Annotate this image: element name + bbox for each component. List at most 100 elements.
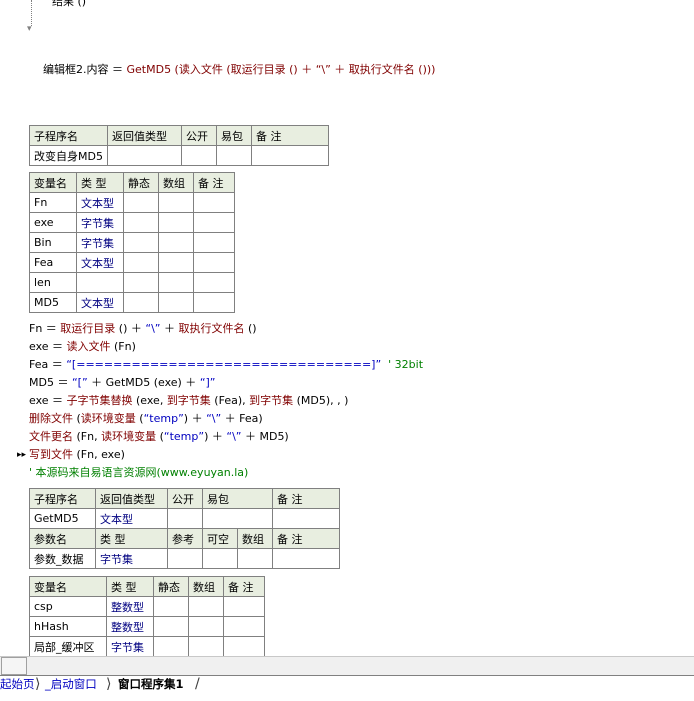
table-cell[interactable] — [250, 145, 329, 166]
table-cell[interactable] — [237, 548, 273, 569]
table-cell[interactable] — [188, 596, 224, 617]
table-cell[interactable]: 字节集 — [76, 232, 124, 253]
table-cell[interactable]: csp — [29, 596, 107, 617]
code-line[interactable]: 写到文件 (Fn, exe) — [29, 448, 125, 462]
table-cell[interactable]: Fea — [29, 252, 77, 273]
table-cell[interactable] — [158, 232, 194, 253]
tab-startup-window[interactable]: _启动窗口 — [45, 676, 97, 693]
table-cell[interactable] — [106, 145, 182, 166]
table-cell[interactable] — [158, 192, 194, 213]
table-row[interactable]: len — [29, 272, 235, 293]
table-cell[interactable] — [215, 145, 252, 166]
table-cell[interactable] — [223, 636, 265, 656]
table-cell[interactable] — [158, 292, 194, 313]
table-row[interactable]: csp 整数型 — [29, 596, 265, 617]
tab-separator-icon: / — [195, 676, 200, 692]
table-cell[interactable] — [193, 232, 235, 253]
table-row[interactable]: Fn 文本型 — [29, 192, 235, 213]
tab-window-assembly[interactable]: 窗口程序集1 — [118, 676, 184, 693]
table-cell[interactable] — [153, 616, 189, 637]
table-cell[interactable]: MD5 — [29, 292, 77, 313]
code-token: ＋ GetMD5 (exe) ＋ — [87, 376, 200, 389]
table-cell[interactable] — [193, 252, 235, 273]
table-cell[interactable]: 文本型 — [76, 292, 124, 313]
table-cell[interactable] — [153, 636, 189, 656]
table-cell[interactable]: 整数型 — [106, 596, 154, 617]
code-line[interactable]: exe ＝ 子字节集替换 (exe, 到字节集 (Fea), 到字节集 (MD5… — [29, 394, 348, 408]
table-row[interactable]: Fea 文本型 — [29, 252, 235, 273]
table-cell[interactable] — [193, 292, 235, 313]
code-token: () — [244, 322, 257, 335]
table-cell[interactable]: 字节集 — [95, 548, 168, 569]
code-line[interactable]: Fea ＝ “[================================… — [29, 358, 423, 372]
table-cell[interactable] — [193, 192, 235, 213]
table-cell[interactable]: 字节集 — [106, 636, 154, 656]
code-editor[interactable]: ▾ 结果 () 编辑框2.内容 ＝ GetMD5 (读入文件 (取运行目录 ()… — [0, 0, 694, 656]
table-cell[interactable]: 局部_缓冲区 — [29, 636, 107, 656]
horizontal-scrollbar[interactable] — [0, 656, 694, 676]
table-cell[interactable]: 参数_数据 — [29, 548, 96, 569]
table-cell[interactable] — [123, 212, 159, 233]
code-token: (Fea), — [210, 394, 250, 407]
table-cell[interactable] — [123, 232, 159, 253]
variable-table[interactable]: 变量名 类 型 静态 数组 备 注 Fn 文本型 exe 字节集 Bin 字节集 Fea 文本… — [29, 172, 235, 313]
subroutine-table[interactable]: 子程序名 返回值类型 公开 易包 备 注 改变自身MD5 — [29, 125, 329, 166]
table-cell[interactable]: 文本型 — [76, 192, 124, 213]
table-cell[interactable]: hHash — [29, 616, 107, 637]
code-token: “]” — [199, 376, 216, 389]
table-cell[interactable]: Fn — [29, 192, 77, 213]
table-cell[interactable]: 整数型 — [106, 616, 154, 637]
table-row[interactable]: MD5 文本型 — [29, 292, 235, 313]
table-cell[interactable]: 改变自身MD5 — [29, 145, 108, 166]
block-guide-line — [31, 0, 33, 26]
subroutine-table[interactable]: 子程序名 返回值类型 公开 易包 备 注 GetMD5 文本型 参数名 类 型 … — [29, 488, 340, 569]
code-line-assign[interactable]: 编辑框2.内容 ＝ GetMD5 (读入文件 (取运行目录 () ＋ “\” ＋… — [29, 49, 435, 91]
table-cell[interactable] — [193, 212, 235, 233]
table-cell[interactable] — [188, 636, 224, 656]
table-cell[interactable]: Bin — [29, 232, 77, 253]
table-cell[interactable] — [202, 548, 238, 569]
table-cell[interactable]: 文本型 — [95, 508, 168, 529]
table-row[interactable]: Bin 字节集 — [29, 232, 235, 253]
table-cell[interactable] — [202, 508, 273, 529]
code-line[interactable]: ' 本源码来自易语言资源网(www.eyuyan.la) — [29, 466, 248, 480]
table-cell[interactable] — [167, 508, 203, 529]
table-cell[interactable] — [188, 616, 224, 637]
table-cell[interactable] — [272, 548, 340, 569]
code-line[interactable]: 文件更名 (Fn, 读环境变量 (“temp”) ＋ “\” ＋ MD5) — [29, 430, 289, 444]
table-cell[interactable] — [223, 616, 265, 637]
table-cell[interactable] — [123, 292, 159, 313]
table-row[interactable]: 局部_缓冲区 字节集 — [29, 636, 265, 656]
table-cell[interactable] — [180, 145, 217, 166]
table-cell[interactable] — [158, 212, 194, 233]
table-cell[interactable] — [123, 192, 159, 213]
table-cell[interactable]: exe — [29, 212, 77, 233]
table-cell[interactable]: len — [29, 272, 77, 293]
table-cell[interactable] — [158, 272, 194, 293]
col-header: 变量名 — [29, 172, 77, 193]
code-line-fragment[interactable]: 结果 () — [52, 0, 86, 9]
code-token: “\” — [206, 412, 222, 425]
table-cell[interactable] — [153, 596, 189, 617]
table-cell[interactable] — [158, 252, 194, 273]
code-line[interactable]: exe ＝ 读入文件 (Fn) — [29, 340, 136, 354]
table-cell[interactable] — [193, 272, 235, 293]
code-line[interactable]: MD5 ＝ “[” ＋ GetMD5 (exe) ＋ “]” — [29, 376, 216, 390]
table-cell[interactable] — [223, 596, 265, 617]
table-cell[interactable]: 文本型 — [76, 252, 124, 273]
table-cell[interactable] — [76, 272, 124, 293]
table-cell[interactable] — [272, 508, 340, 529]
table-cell[interactable]: 字节集 — [76, 212, 124, 233]
table-cell[interactable]: GetMD5 — [29, 508, 96, 529]
variable-table[interactable]: 变量名 类 型 静态 数组 备 注 csp 整数型 hHash 整数型 局部_缓冲区 字节… — [29, 576, 265, 656]
scroll-button-icon[interactable] — [1, 657, 27, 675]
table-row[interactable]: hHash 整数型 — [29, 616, 265, 637]
tab-start-page[interactable]: 起始页 — [0, 676, 35, 693]
table-cell[interactable] — [123, 252, 159, 273]
table-cell[interactable] — [123, 272, 159, 293]
code-line[interactable]: Fn ＝ 取运行目录 () ＋ “\” ＋ 取执行文件名 () — [29, 322, 257, 336]
table-row[interactable]: exe 字节集 — [29, 212, 235, 233]
code-line[interactable]: 删除文件 (读环境变量 (“temp”) ＋ “\” ＋ Fea) — [29, 412, 263, 426]
table-cell[interactable] — [167, 548, 203, 569]
code-token: ) ＋ — [183, 412, 207, 425]
